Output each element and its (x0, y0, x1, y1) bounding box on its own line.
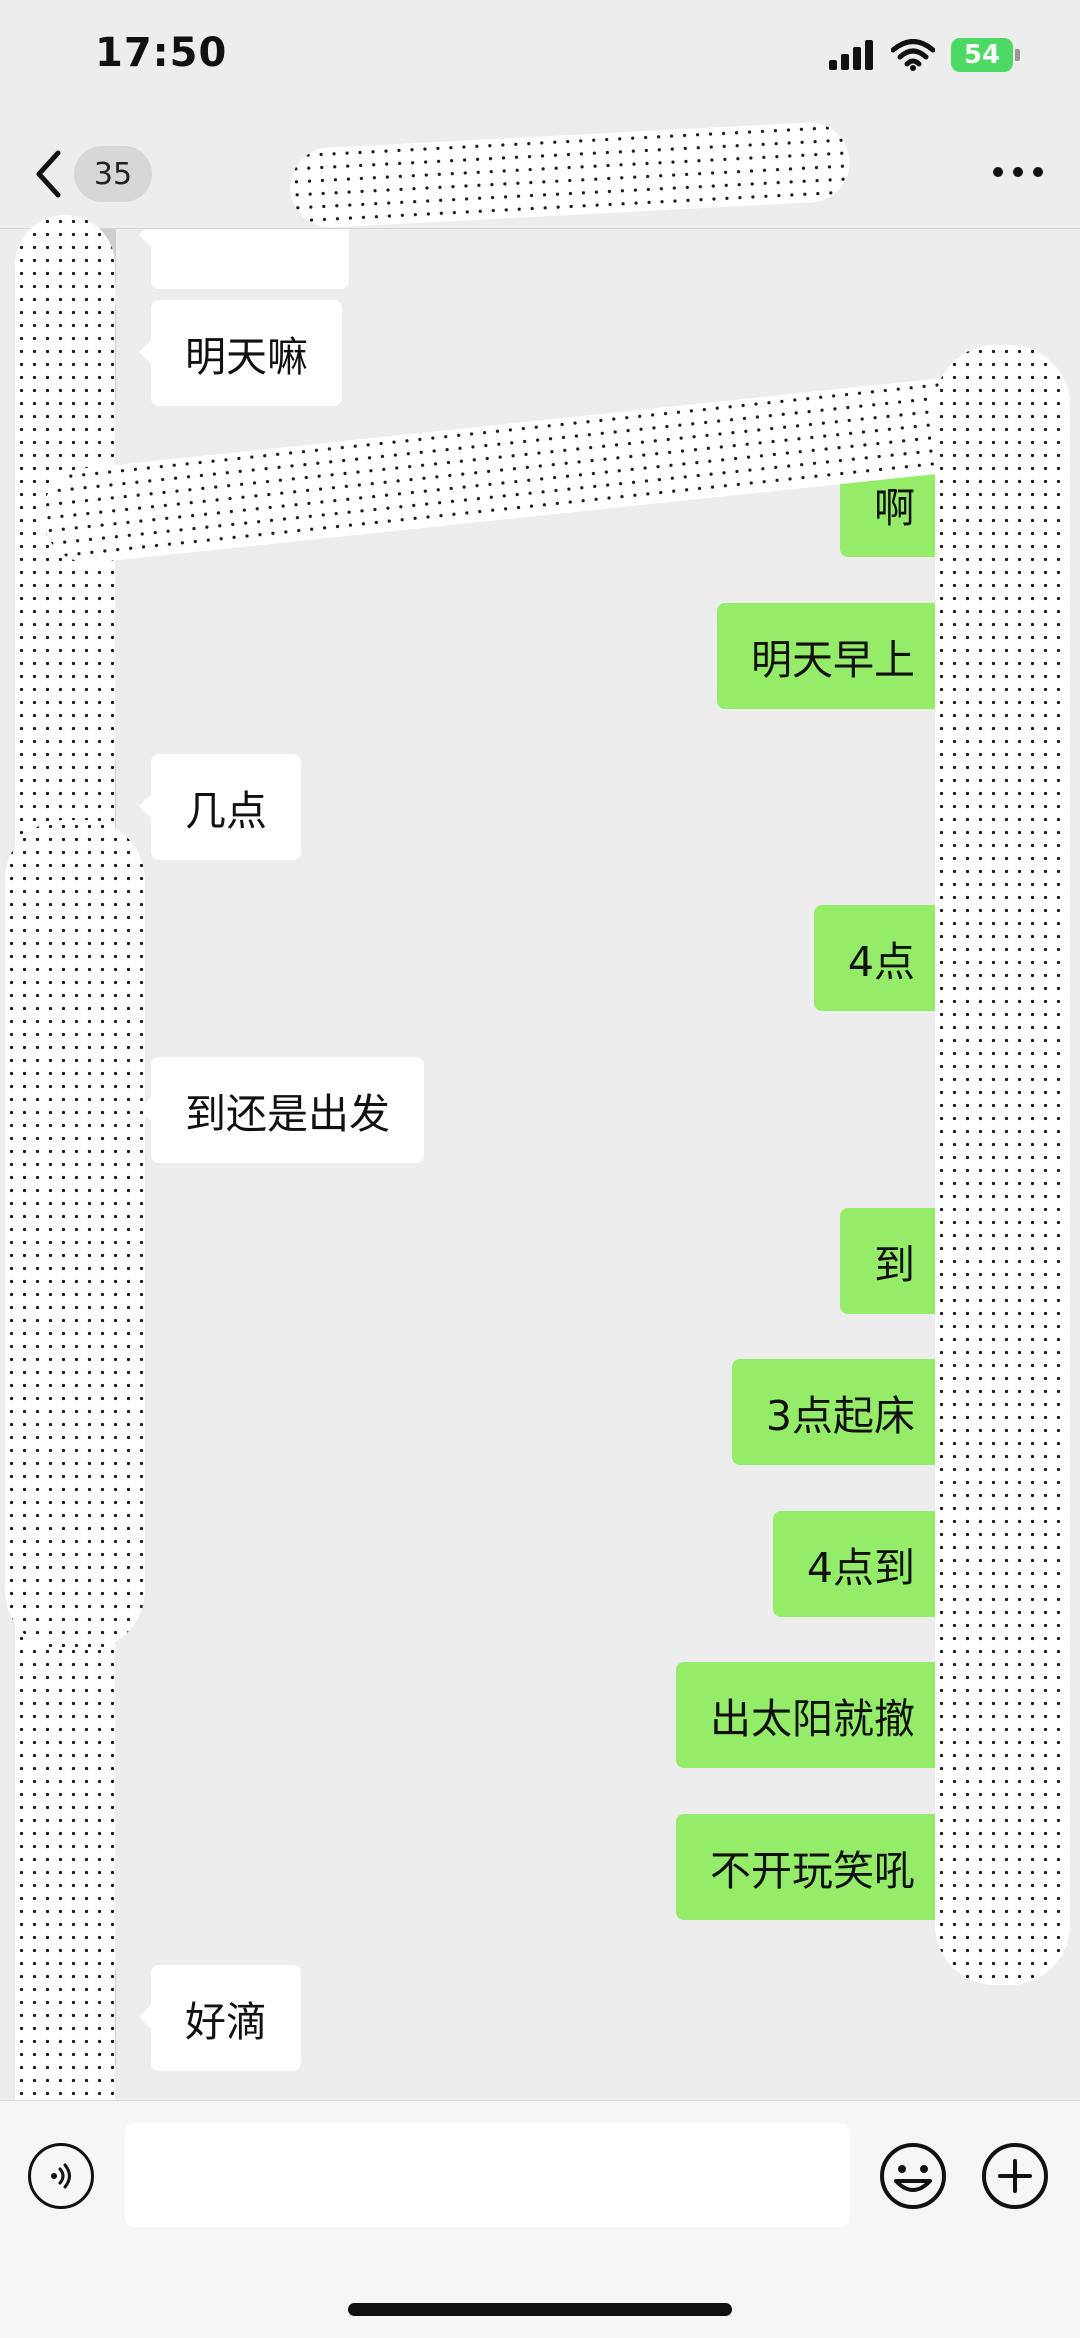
message-bubble[interactable]: 到还是出发 (139, 1057, 424, 1163)
emoji-button[interactable] (878, 2141, 948, 2211)
message-bubble[interactable]: 明天嘛 (139, 300, 342, 406)
status-icons: 54 (829, 38, 1020, 72)
voice-icon (51, 2163, 71, 2189)
message-bubble[interactable]: 几点 (139, 754, 301, 860)
battery-cap (1015, 49, 1020, 61)
signal-icon (829, 40, 873, 70)
wifi-icon (891, 39, 935, 71)
message-bubble[interactable]: 3点起床 (731, 1359, 962, 1465)
redaction-mark (935, 345, 1070, 1985)
chevron-left-icon (28, 142, 68, 206)
more-button[interactable] (986, 150, 1050, 194)
message-bubble[interactable]: 好滴 (139, 1965, 301, 2071)
redaction-mark (5, 820, 145, 1650)
battery-indicator: 54 (951, 38, 1020, 72)
message-bubble[interactable] (139, 229, 349, 289)
message-input[interactable] (125, 2123, 850, 2227)
plus-icon (982, 2143, 1048, 2209)
battery-level: 54 (951, 38, 1013, 72)
voice-button[interactable] (28, 2143, 94, 2209)
input-bar (0, 2100, 1080, 2338)
emoji-icon (880, 2143, 946, 2209)
message-bubble[interactable]: 4点到 (772, 1511, 962, 1617)
message-bubble[interactable]: 到 (840, 1208, 961, 1314)
message-bubble[interactable]: 出太阳就撤 (676, 1662, 961, 1768)
message-bubble[interactable]: 4点 (813, 905, 962, 1011)
message-bubble[interactable]: 不开玩笑吼 (676, 1814, 961, 1920)
message-bubble[interactable]: 明天早上 (717, 603, 961, 709)
unread-count-badge: 35 (74, 146, 152, 202)
more-icon (993, 167, 1043, 177)
home-indicator (348, 2303, 732, 2316)
back-button[interactable]: 35 (28, 142, 168, 206)
status-time: 17:50 (95, 30, 228, 76)
status-bar: 17:50 54 (0, 0, 1080, 120)
plus-button[interactable] (980, 2141, 1050, 2211)
